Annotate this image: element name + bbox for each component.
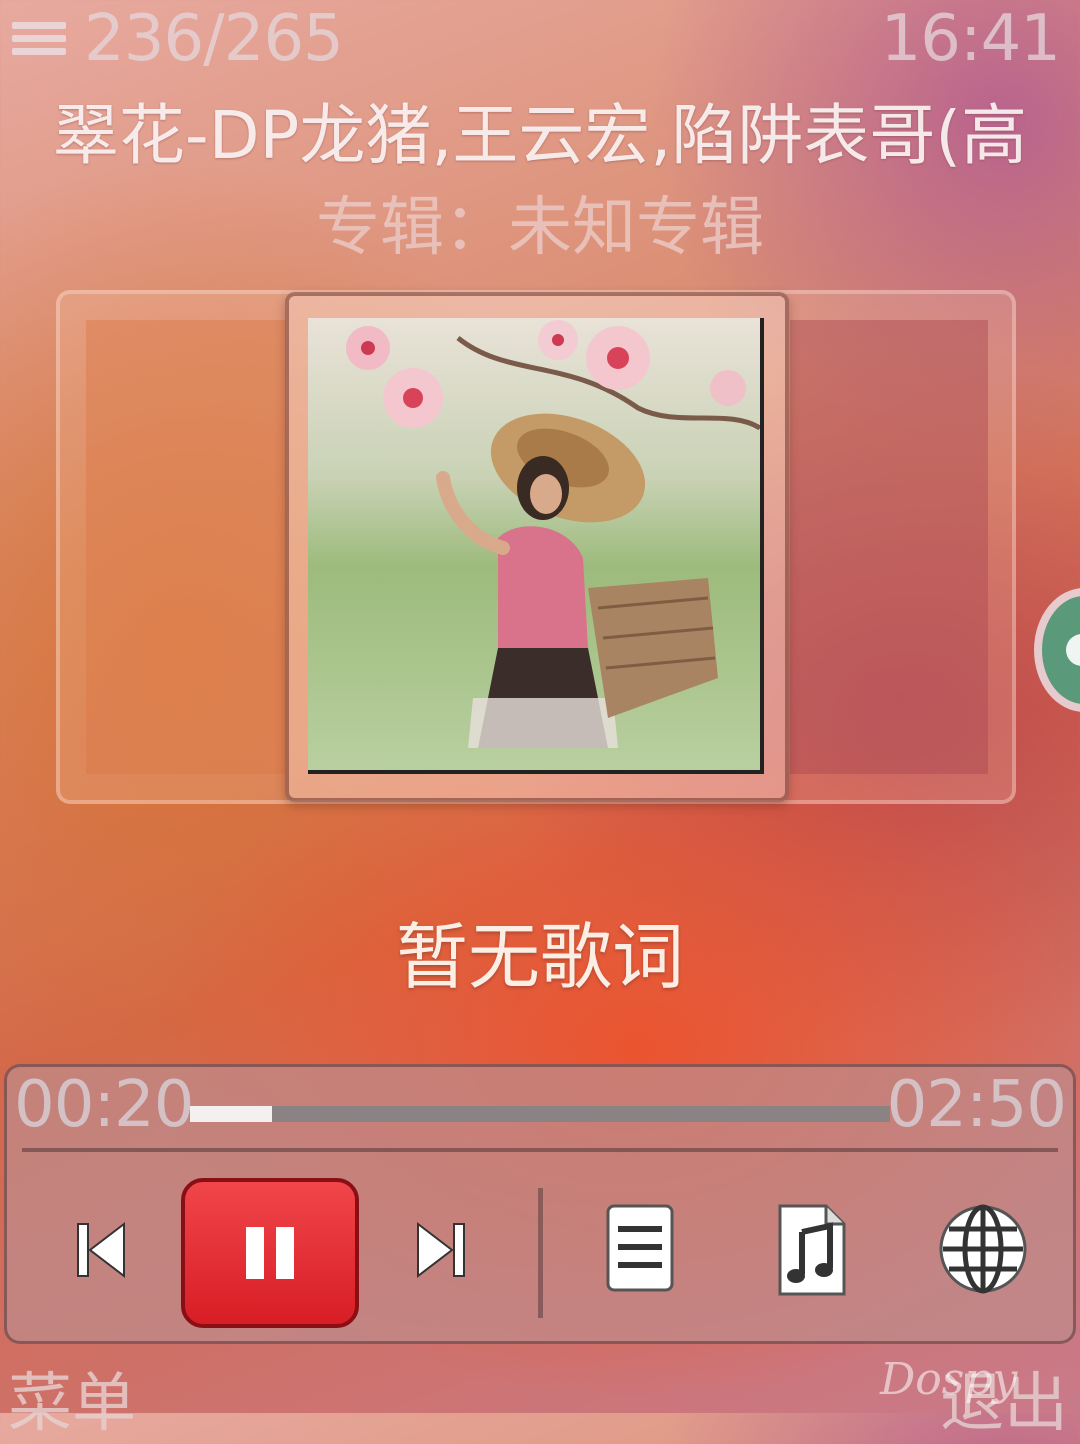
skip-next-icon <box>417 1221 465 1279</box>
next-track-button[interactable] <box>402 1208 482 1292</box>
next-cover[interactable] <box>790 320 988 774</box>
globe-icon <box>939 1204 1027 1294</box>
lyrics-text: 暂无歌词 <box>395 915 684 999</box>
music-file-icon <box>778 1204 846 1296</box>
skip-previous-icon <box>77 1221 125 1279</box>
chat-bubble-button[interactable] <box>1034 588 1080 712</box>
chat-icon <box>1066 634 1080 666</box>
progress-fill <box>190 1106 272 1122</box>
menu-icon[interactable] <box>12 22 66 62</box>
watermark-logo: Dospy <box>880 1354 1018 1405</box>
menu-softkey[interactable]: 菜单 <box>8 1352 136 1444</box>
album-label: 专辑：未知专辑 <box>316 191 764 265</box>
button-divider <box>538 1188 543 1318</box>
progress-bar[interactable] <box>190 1106 890 1122</box>
playlist-icon <box>606 1204 674 1292</box>
pause-icon <box>246 1227 294 1279</box>
total-time: 02:50 <box>886 1068 1067 1142</box>
playlist-button[interactable] <box>598 1198 682 1298</box>
previous-track-button[interactable] <box>60 1208 140 1292</box>
elapsed-time: 00:20 <box>14 1068 194 1142</box>
panel-divider <box>22 1148 1058 1152</box>
pause-button[interactable] <box>181 1178 359 1328</box>
clock: 16:41 <box>880 2 1061 76</box>
song-title: 翠花-DP龙猪,王云宏,陷阱表哥(高 <box>52 97 1028 174</box>
web-button[interactable] <box>934 1200 1032 1298</box>
track-counter: 236/265 <box>84 2 344 76</box>
previous-cover[interactable] <box>86 320 286 774</box>
album-art-image <box>308 318 764 774</box>
music-file-button[interactable] <box>770 1198 854 1302</box>
